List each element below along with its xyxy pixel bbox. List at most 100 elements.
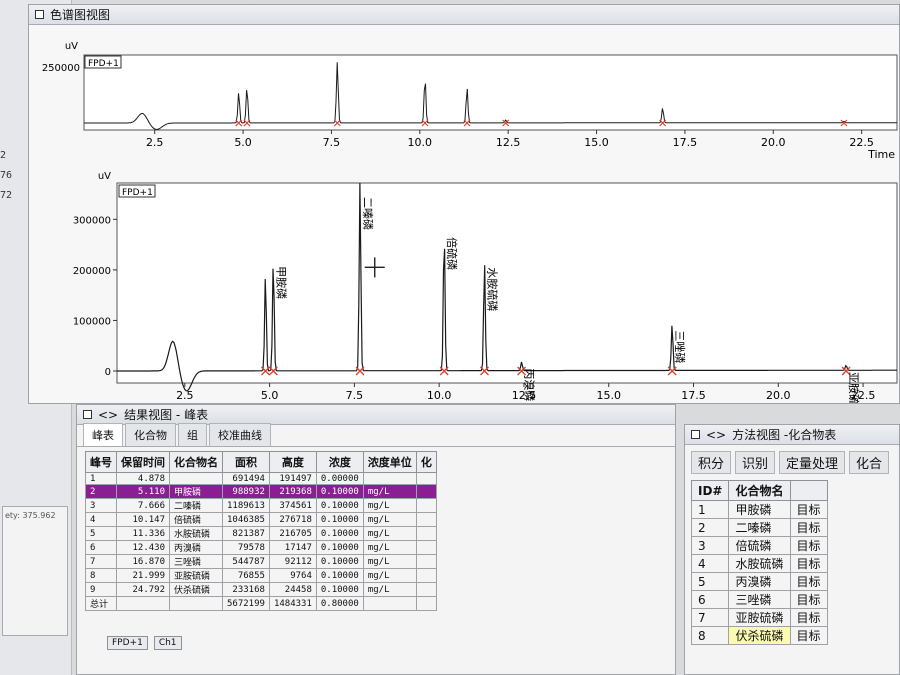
rt-cell: [116, 596, 170, 611]
compound-name-cell: 水胺硫磷: [728, 554, 791, 573]
type-cell: 目标: [789, 608, 828, 627]
x-tick-label: 2.5: [176, 389, 194, 402]
compound-name-cell: 甲胺磷: [728, 500, 791, 519]
peak-no-cell: 5: [85, 526, 117, 541]
peak-table[interactable]: 峰号 保留时间 化合物名 面积 高度 浓度 浓度单位 化 1 4.878 69149…: [85, 451, 437, 611]
height-cell: 191497: [268, 472, 317, 485]
rt-cell: 12.430: [116, 540, 170, 555]
tab-peak-table[interactable]: 峰表: [83, 423, 123, 446]
chevron-icon[interactable]: <>: [98, 408, 118, 422]
id-cell: 3: [690, 536, 730, 555]
type-cell: 目标: [789, 500, 828, 519]
table-row[interactable]: 总计 5672199 1484331 0.80000: [85, 596, 437, 611]
peak-label: 甲胺磷: [274, 266, 288, 299]
table-row[interactable]: 7 16.870 三唑磷 544787 92112 0.10000 mg/L: [85, 554, 437, 569]
conc-cell: 0.10000: [315, 554, 364, 569]
tab-calibration[interactable]: 校准曲线: [209, 423, 271, 446]
extra-cell: [415, 596, 437, 611]
peak-no-cell: 2: [85, 484, 117, 499]
compound-name-cell: 二嗪磷: [728, 518, 791, 537]
left-sub-panel: ety: 375.962: [2, 506, 68, 636]
x-tick-label: 7.5: [346, 389, 364, 402]
unit-cell: [362, 596, 417, 611]
compound-row[interactable]: 4 水胺硫磷 目标: [690, 554, 828, 573]
col-area[interactable]: 面积: [222, 451, 270, 473]
window-icon: [35, 10, 44, 19]
tab-compound[interactable]: 化合: [849, 451, 890, 474]
col-unit[interactable]: 浓度单位: [362, 451, 417, 473]
table-row[interactable]: 9 24.792 伏杀硫磷 233168 24458 0.10000 mg/L: [85, 582, 437, 597]
results-title: 结果视图 - 峰表: [124, 408, 209, 422]
area-cell: 988932: [222, 484, 270, 499]
table-row[interactable]: 3 7.666 二嗪磷 1189613 374561 0.10000 mg/L: [85, 498, 437, 513]
compound-row[interactable]: 1 甲胺磷 目标: [690, 500, 828, 519]
rt-cell: 10.147: [116, 512, 170, 527]
area-cell: 233168: [222, 582, 270, 597]
tab-groups[interactable]: 组: [178, 423, 207, 446]
compound-row[interactable]: 5 丙溴磷 目标: [690, 572, 828, 591]
compound-row[interactable]: 3 倍硫磷 目标: [690, 536, 828, 555]
compound-row[interactable]: 8 伏杀硫磷 目标: [690, 626, 828, 645]
tab-quantitation[interactable]: 定量处理: [779, 451, 846, 474]
peak-label: 亚胺硫磷: [847, 372, 861, 403]
unit-cell: mg/L: [362, 568, 417, 583]
results-titlebar: <> 结果视图 - 峰表: [77, 405, 675, 425]
peak-no-cell: 3: [85, 498, 117, 513]
id-cell: 2: [690, 518, 730, 537]
chromatogram-chart[interactable]: uV 250000 FPD+1 Time uV FPD+1 300000 200000 1000…: [29, 25, 899, 403]
conc-cell: 0.80000: [315, 596, 364, 611]
table-row[interactable]: 5 11.336 水胺硫磷 821387 216705 0.10000 mg/L: [85, 526, 437, 541]
area-cell: 691494: [222, 472, 270, 485]
peak-label: 丙溴磷: [523, 368, 537, 401]
top-x-tick-label: 17.5: [673, 136, 698, 149]
table-row[interactable]: 1 4.878 691494 191497 0.00000: [85, 472, 437, 485]
col-peak-no[interactable]: 峰号: [85, 451, 117, 473]
tab-integration[interactable]: 积分: [691, 451, 732, 474]
extra-cell: [415, 554, 437, 569]
top-y-tick: 250000: [42, 63, 80, 74]
compound-row[interactable]: 7 亚胺硫磷 目标: [690, 608, 828, 627]
col-rt[interactable]: 保留时间: [116, 451, 170, 473]
tab-identification[interactable]: 识别: [735, 451, 776, 474]
left-panel-text: ety: 375.962: [5, 511, 56, 520]
table-row[interactable]: 4 10.147 倍硫磷 1046385 276718 0.10000 mg/L: [85, 512, 437, 527]
table-row[interactable]: 6 12.430 丙溴磷 79578 17147 0.10000 mg/L: [85, 540, 437, 555]
height-cell: 216705: [268, 526, 317, 541]
top-x-tick-label: 22.5: [849, 136, 874, 149]
extra-cell: [415, 526, 437, 541]
area-cell: 544787: [222, 554, 270, 569]
compound-name-cell: 亚胺硫磷: [728, 608, 791, 627]
name-cell: [169, 596, 223, 611]
extra-cell: [415, 568, 437, 583]
compound-table[interactable]: ID# 化合物名 1 甲胺磷 目标 2 二嗪磷 目标 3 倍硫磷 目标 4 水胺硫磷 目标 5 丙溴磷 目标…: [690, 480, 828, 645]
col-id[interactable]: ID#: [690, 480, 730, 501]
type-cell: 目标: [789, 518, 828, 537]
col-type[interactable]: [789, 480, 828, 501]
unit-cell: [362, 472, 417, 485]
y-tick-label: 300000: [73, 215, 111, 226]
col-extra[interactable]: 化: [415, 451, 437, 473]
col-compound-name[interactable]: 化合物名: [728, 480, 791, 501]
name-cell: 伏杀硫磷: [169, 582, 223, 597]
table-row[interactable]: 2 5.110 甲胺磷 988932 219368 0.10000 mg/L: [85, 484, 437, 499]
chromatogram-window: 色谱图视图 uV 250000 FPD+1 Time uV FPD+1 300000 2000…: [28, 4, 900, 404]
peak-label: 倍硫磷: [445, 237, 459, 270]
tab-compounds[interactable]: 化合物: [125, 423, 176, 446]
type-cell: 目标: [789, 554, 828, 573]
col-name[interactable]: 化合物名: [169, 451, 223, 473]
chevron-icon[interactable]: <>: [706, 428, 726, 442]
channel-tab[interactable]: FPD+1: [107, 636, 148, 650]
channel-tab[interactable]: Ch1: [153, 636, 182, 650]
table-row[interactable]: 8 21.999 亚胺硫磷 76855 9764 0.10000 mg/L: [85, 568, 437, 583]
conc-cell: 0.10000: [315, 512, 364, 527]
col-conc[interactable]: 浓度: [315, 451, 364, 473]
name-cell: 丙溴磷: [169, 540, 223, 555]
col-height[interactable]: 高度: [268, 451, 317, 473]
rt-cell: 5.110: [116, 484, 170, 499]
compound-name-cell: 倍硫磷: [728, 536, 791, 555]
compound-row[interactable]: 2 二嗪磷 目标: [690, 518, 828, 537]
rt-cell: 7.666: [116, 498, 170, 513]
compound-row[interactable]: 6 三唑磷 目标: [690, 590, 828, 609]
name-cell: 二嗪磷: [169, 498, 223, 513]
conc-cell: 0.10000: [315, 568, 364, 583]
